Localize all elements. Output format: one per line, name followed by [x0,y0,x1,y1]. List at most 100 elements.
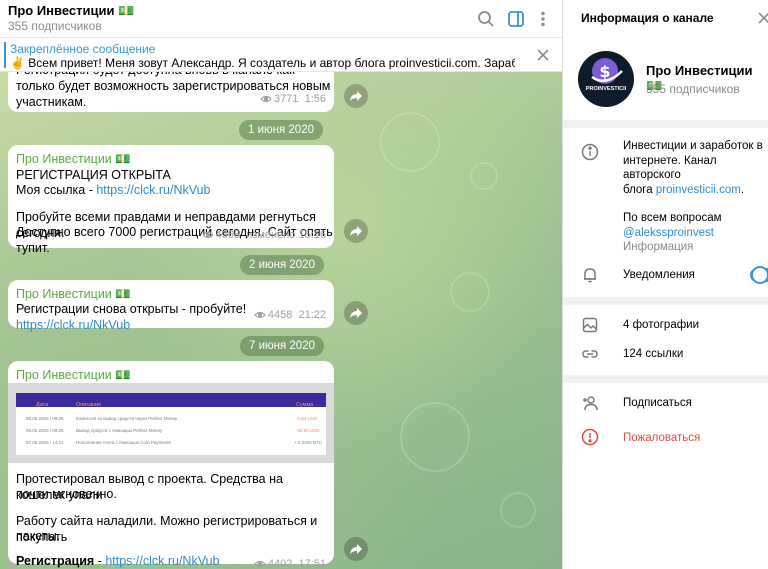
add-user-icon [583,396,598,411]
more-vertical-icon[interactable] [533,9,553,29]
forward-button[interactable] [344,301,368,325]
info-label: Информация [623,241,694,253]
section-divider [563,375,768,383]
contact-link[interactable]: @alekssproinvest [623,226,765,241]
pinned-message-bar[interactable]: Закреплённое сообщение ✌️ Всем привет! М… [0,38,562,72]
message-line: почти мгновенно. [16,487,117,501]
views-count: 4365 [215,229,241,241]
pinned-text: ✌️ Всем привет! Меня зовут Александр. Я … [10,56,515,70]
date-separator: 2 июня 2020 [240,255,324,275]
wallpaper-doodle [400,402,470,472]
channel-description: Инвестиции и заработок в интернете. Кана… [623,139,765,255]
avatar-caption: PROINVESTICII [585,86,627,92]
info-title: Информация о канале [581,11,714,25]
message-text: Регистрации снова открыты - пробуйте! [16,302,247,316]
dollar-logo-icon: $ [591,58,623,84]
views-count: 4402 [267,558,293,569]
chat-wallpaper: Регистрация будет доступна вновь в канал… [0,62,562,569]
chat-subscribers: 355 подписчиков [8,19,102,33]
info-header: Информация о канале [563,0,768,38]
notifications-label: Уведомления [623,269,695,281]
info-icon [581,143,599,161]
message-line: пакеты. [16,529,61,543]
message-author[interactable]: Про Инвестиции 💵 [16,367,131,383]
share-icon [350,226,362,236]
share-icon [350,544,362,554]
forward-button[interactable] [344,84,368,108]
table-row: 05.06.2020 / 09:25 Комиссия за вывод сре… [16,411,326,421]
message-meta: 4458 21:22 [254,307,326,323]
message-meta: 4365 изменено 15:16 [201,227,326,243]
chat-area: Про Инвестиции 💵 355 подписчиков Закрепл… [0,0,562,569]
views-icon [254,560,266,568]
message-meta: 3771 1:56 [260,91,326,107]
date-separator: 1 июня 2020 [239,120,323,140]
description-text: блога [623,183,656,196]
message-bubble[interactable]: Про Инвестиции 💵 Дата Описание Сумма 05.… [8,361,334,569]
forward-button[interactable] [344,219,368,243]
message-bubble[interactable]: Про Инвестиции 💵 РЕГИСТРАЦИЯ ОТКРЫТА Моя… [8,145,334,255]
subscribe-button[interactable]: Подписаться [623,396,692,411]
links-item[interactable]: 124 ссылки [623,347,683,362]
report-icon [581,428,599,446]
pinned-label: Закреплённое сообщение [10,42,156,56]
message-link[interactable]: https://clck.ru/NkVub [96,183,210,197]
chat-title[interactable]: Про Инвестиции 💵 [8,3,134,19]
section-divider [563,297,768,305]
message-photo[interactable]: Дата Описание Сумма 05.06.2020 / 09:25 К… [8,383,334,463]
wallpaper-doodle [470,162,498,190]
wallpaper-doodle [500,492,536,528]
description-link[interactable]: proinvesticii.com [656,184,741,196]
channel-subscribers: 355 подписчиков [646,82,740,96]
share-icon [350,91,362,101]
message-link[interactable]: https://clck.ru/NkVub [105,554,219,568]
report-button[interactable]: Пожаловаться [623,431,700,446]
message-time: изменено 15:16 [246,229,326,241]
table-header: Дата Описание Сумма [16,393,326,408]
bell-icon [584,268,596,283]
message-line: Регистрация - https://clck.ru/NkVub [16,553,219,569]
chat-header[interactable]: Про Инвестиции 💵 355 подписчиков [0,0,562,38]
message-line: Работу сайта наладили. Можно регистриров… [16,514,318,544]
pinned-indicator [4,42,6,68]
wallpaper-doodle [380,112,440,172]
wallpaper-doodle [450,272,490,312]
channel-avatar[interactable]: $ PROINVESTICII [578,51,634,107]
views-count: 3771 [273,93,299,105]
share-icon [350,308,362,318]
close-icon[interactable] [536,48,550,62]
close-icon[interactable] [757,11,768,25]
forward-button[interactable] [344,537,368,561]
search-icon[interactable] [476,9,496,29]
transactions-table-image: Дата Описание Сумма 05.06.2020 / 09:25 К… [16,393,326,455]
description-line: Инвестиции и заработок в [623,140,763,152]
description-text: . [740,183,745,196]
message-link[interactable]: https://clck.ru/NkVub [16,318,130,332]
table-row: 07.06.2020 / 14:21 Пополнение счета с по… [16,435,326,445]
message-text: Моя ссылка - [16,183,97,197]
link-icon [582,350,598,358]
message-bubble[interactable]: Про Инвестиции 💵 Регистрации снова откры… [8,280,334,332]
message-meta: 4402 17:51 [254,556,326,569]
section-divider [563,120,768,128]
channel-info-panel: Информация о канале $ PROINVESTICII Про … [562,0,768,569]
message-author[interactable]: Про Инвестиции 💵 [16,151,131,167]
message-line: Моя ссылка - https://clck.ru/NkVub [16,182,211,198]
message-bold: Регистрация [16,554,95,568]
message-text: - [94,554,106,568]
photos-item[interactable]: 4 фотографии [623,318,699,333]
views-count: 4458 [267,309,293,321]
svg-text:$: $ [599,62,610,81]
toggle-knob[interactable] [751,266,768,284]
message-author[interactable]: Про Инвестиции 💵 [16,286,131,302]
description-line: интернете. Канал авторского [623,154,717,182]
photo-icon [582,317,598,333]
message-time: 21:22 [298,309,326,321]
message-line: РЕГИСТРАЦИЯ ОТКРЫТА [16,168,171,182]
message-time: 1:56 [304,93,326,105]
views-icon [260,95,272,103]
sidebar-toggle-icon[interactable] [506,9,526,29]
message-time: 17:51 [298,558,326,569]
date-separator: 7 июня 2020 [240,336,324,356]
table-cell: + 0.2000 BTC [294,440,322,445]
